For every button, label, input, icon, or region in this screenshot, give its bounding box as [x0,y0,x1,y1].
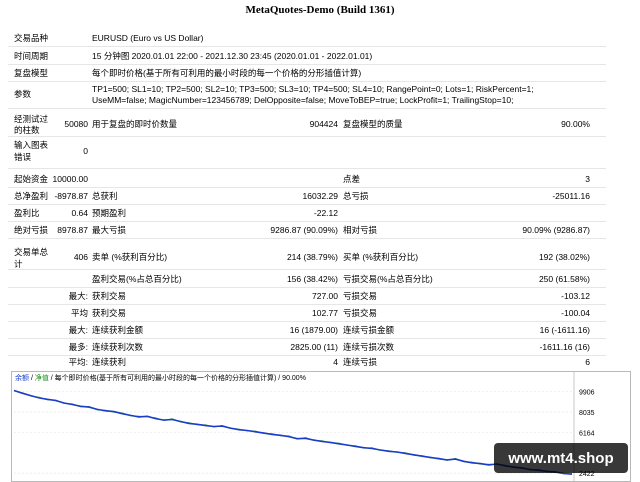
short-trades-value: 214 (38.79%) [286,252,338,262]
params-line-1: TP1=500; SL1=10; TP2=500; SL2=10; TP3=50… [92,84,534,94]
y-tick-label: 9906 [579,390,595,397]
y-tick-label: 6164 [579,430,595,437]
largest-loss-value: -103.12 [561,291,590,301]
quality-label: 复盘模型的质量 [343,119,403,129]
max-consec-losses-value: 16 (-1611.16) [539,325,590,335]
avg-profit-label: 获利交易 [92,308,127,318]
gross-loss-value: -25011.16 [552,191,590,201]
net-profit-value: -8978.87 [54,191,88,201]
total-trades-label-line-2: 计 [14,259,23,269]
short-trades-label: 卖单 (%获利百分比) [92,252,168,262]
loss-trades-label: 亏损交易(%占总百分比) [343,274,433,284]
average-label: 平均 [70,308,88,318]
total-trades-value: 406 [73,252,88,262]
legend-balance: 余额 [15,375,29,382]
profit-trades-label: 盈利交易(%占总百分比) [92,274,182,284]
maximal-consec-loss-value: -1611.16 (16) [539,342,590,352]
legend-model: / 每个即时价格(基于所有可利用的最小时段的每一个价格的分形插值计算) / 90… [48,375,306,382]
bars-label-line-2: 的柱数 [14,125,40,135]
avg-consec-losses-value: 6 [585,357,590,367]
profit-trades-value: 156 (38.42%) [286,274,338,284]
avg-consec-losses-label: 连续亏损 [343,357,378,367]
max-drawdown-label: 最大亏损 [92,225,127,235]
report-table: 交易品种 EURUSD (Euro vs US Dollar) 时间周期 15 … [0,0,640,370]
avg-loss-label: 亏损交易 [343,308,378,318]
params-label: 参数 [14,89,32,99]
maximal-label: 最多: [68,342,88,352]
avg-consec-label: 平均: [68,357,88,367]
watermark-text: www.mt4.shop [508,449,614,467]
avg-consec-wins-label: 连续获利 [92,357,127,367]
gross-profit-value: 16032.29 [302,191,338,201]
max-consec-wins-label: 连续获利金额 [92,325,144,335]
period-value: 15 分钟图 2020.01.01 22:00 - 2021.12.30 23:… [92,51,373,61]
long-trades-value: 192 (38.02%) [538,252,590,262]
chart-legend: 余额 / 净值 / 每个即时价格(基于所有可利用的最小时段的每一个价格的分形插值… [15,375,306,382]
period-label: 时间周期 [14,51,49,61]
deposit-value: 10000.00 [52,174,88,184]
max-drawdown-value: 9286.87 (90.09%) [270,225,338,235]
spread-value: 3 [585,174,590,184]
errors-value: 0 [83,146,88,156]
loss-trades-value: 250 (61.58%) [538,274,590,284]
largest-loss-label: 亏损交易 [343,291,378,301]
max-consec-wins-value: 16 (1879.00) [289,325,338,335]
spread-label: 点差 [343,174,361,184]
abs-drawdown-value: 8978.87 [57,225,88,235]
rel-drawdown-label: 相对亏损 [343,225,378,235]
expected-payoff-value: -22.12 [313,208,338,218]
gross-profit-label: 总获利 [92,191,118,201]
errors-label-line-2: 错误 [14,152,32,162]
max-consec-losses-label: 连续亏损金额 [343,325,395,335]
symbol-label: 交易品种 [14,33,49,43]
largest-profit-value: 727.00 [312,291,338,301]
y-tick-label: 8035 [579,410,595,417]
long-trades-label: 买单 (%获利百分比) [343,252,419,262]
gross-loss-label: 总亏损 [343,191,369,201]
model-value: 每个即时价格(基于所有可利用的最小时段的每一个价格的分形插值计算) [92,68,362,78]
errors-label-line-1: 输入图表 [14,140,49,150]
params-line-2: UseMM=false; MagicNumber=123456789; DelO… [92,95,514,105]
total-trades-label-line-1: 交易单总 [14,247,49,257]
max-label: 最大: [68,325,88,335]
equity-series-line [13,390,573,475]
rel-drawdown-value: 90.09% (9286.87) [522,225,590,235]
legend-equity: 净值 [34,375,49,382]
watermark: www.mt4.shop [494,443,628,473]
bars-label-line-1: 经测试过 [14,114,49,124]
largest-label: 最大: [68,291,88,301]
profit-factor-value: 0.64 [71,208,88,218]
profit-factor-label: 盈利比 [14,208,40,218]
expected-payoff-label: 预期盈利 [92,208,127,218]
avg-profit-value: 102.77 [312,308,338,318]
maximal-consec-profit-value: 2825.00 (11) [290,342,338,352]
largest-profit-label: 获利交易 [92,291,127,301]
avg-consec-wins-value: 4 [333,357,338,367]
ticks-value: 904424 [309,119,338,129]
maximal-consec-loss-label: 连续亏损次数 [343,342,395,352]
maximal-consec-profit-label: 连续获利次数 [92,342,144,352]
avg-loss-value: -100.04 [561,308,590,318]
quality-value: 90.00% [561,119,590,129]
ticks-label: 用于复盘的即时价数量 [92,119,178,129]
symbol-value: EURUSD (Euro vs US Dollar) [92,33,204,43]
model-label: 复盘模型 [14,68,49,78]
bars-value: 50080 [64,119,88,129]
balance-series-line [13,389,573,475]
